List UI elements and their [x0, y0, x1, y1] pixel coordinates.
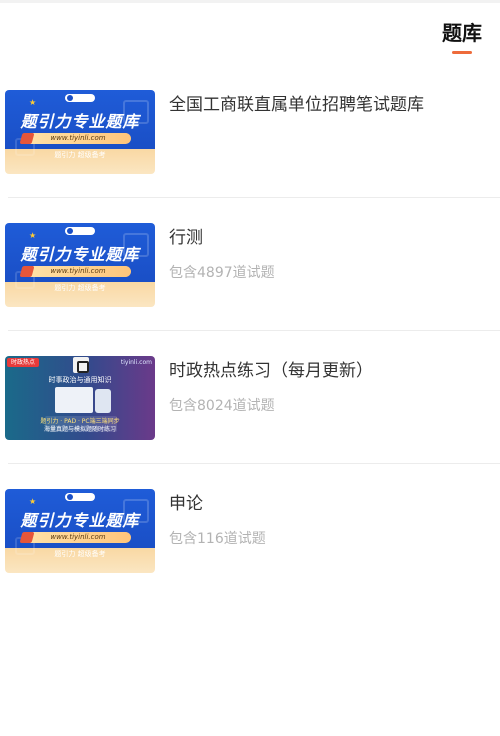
news-tag: 时政热点	[7, 358, 40, 367]
tab-bar: 题库	[0, 0, 500, 60]
item-thumbnail: ★ 题引力专业题库 www.tiyinli.com 题引力 超级备考	[5, 90, 155, 174]
news-headline: 时事政治与通用知识	[48, 376, 112, 384]
divider	[8, 197, 500, 198]
item-question-count: 包含116道试题	[169, 531, 266, 547]
list-item[interactable]: ★ 题引力专业题库 www.tiyinli.com 题引力 超级备考 行测 包含…	[0, 223, 500, 356]
tablet-illustration	[95, 389, 111, 413]
qr-badge-icon	[73, 357, 89, 373]
item-thumbnail: ★ 题引力专业题库 www.tiyinli.com 题引力 超级备考	[5, 489, 155, 573]
item-question-count: 包含4897道试题	[169, 265, 275, 281]
logo-icon	[67, 95, 73, 101]
banner-slogan: 题引力 超级备考	[54, 151, 106, 159]
list-item[interactable]: ★ 题引力专业题库 www.tiyinli.com 题引力 超级备考 全国工商联…	[0, 90, 500, 223]
item-title: 申论	[169, 494, 203, 514]
star-icon: ★	[29, 497, 37, 506]
banner-title: 题引力专业题库	[20, 511, 140, 530]
banner-url: www.tiyinli.com	[25, 133, 131, 144]
item-thumbnail: ★ 题引力专业题库 www.tiyinli.com 题引力 超级备考	[5, 223, 155, 307]
banner-url: www.tiyinli.com	[25, 532, 131, 543]
banner-slogan: 题引力 超级备考	[54, 284, 106, 292]
logo-icon	[67, 228, 73, 234]
divider	[8, 463, 500, 464]
divider	[8, 330, 500, 331]
item-question-count: 包含8024道试题	[169, 398, 275, 414]
news-site: tiyinli.com	[120, 359, 152, 366]
star-icon: ★	[29, 98, 37, 107]
tab-active-indicator	[452, 51, 472, 54]
star-icon: ★	[29, 231, 37, 240]
banner-title: 题引力专业题库	[20, 245, 140, 264]
banner-title: 题引力专业题库	[20, 112, 140, 131]
tab-label: 题库	[442, 21, 482, 45]
banner-url: www.tiyinli.com	[25, 266, 131, 277]
laptop-screen-illustration	[55, 387, 93, 413]
banner-slogan: 题引力 超级备考	[54, 550, 106, 558]
item-thumbnail: 时政热点 tiyinli.com 时事政治与通用知识 题引力 · PAD · P…	[5, 356, 155, 440]
question-bank-list: ★ 题引力专业题库 www.tiyinli.com 题引力 超级备考 全国工商联…	[0, 90, 500, 622]
item-title: 行测	[169, 228, 203, 248]
list-item[interactable]: ★ 题引力专业题库 www.tiyinli.com 题引力 超级备考 申论 包含…	[0, 489, 500, 622]
logo-icon	[67, 494, 73, 500]
tab-question-bank[interactable]: 题库	[440, 20, 484, 54]
news-caption-line2: 海量真题与模拟题随时练习	[43, 426, 116, 433]
list-item[interactable]: 时政热点 tiyinli.com 时事政治与通用知识 题引力 · PAD · P…	[0, 356, 500, 489]
item-title: 时政热点练习（每月更新）	[169, 361, 373, 381]
item-title: 全国工商联直属单位招聘笔试题库	[169, 95, 424, 115]
